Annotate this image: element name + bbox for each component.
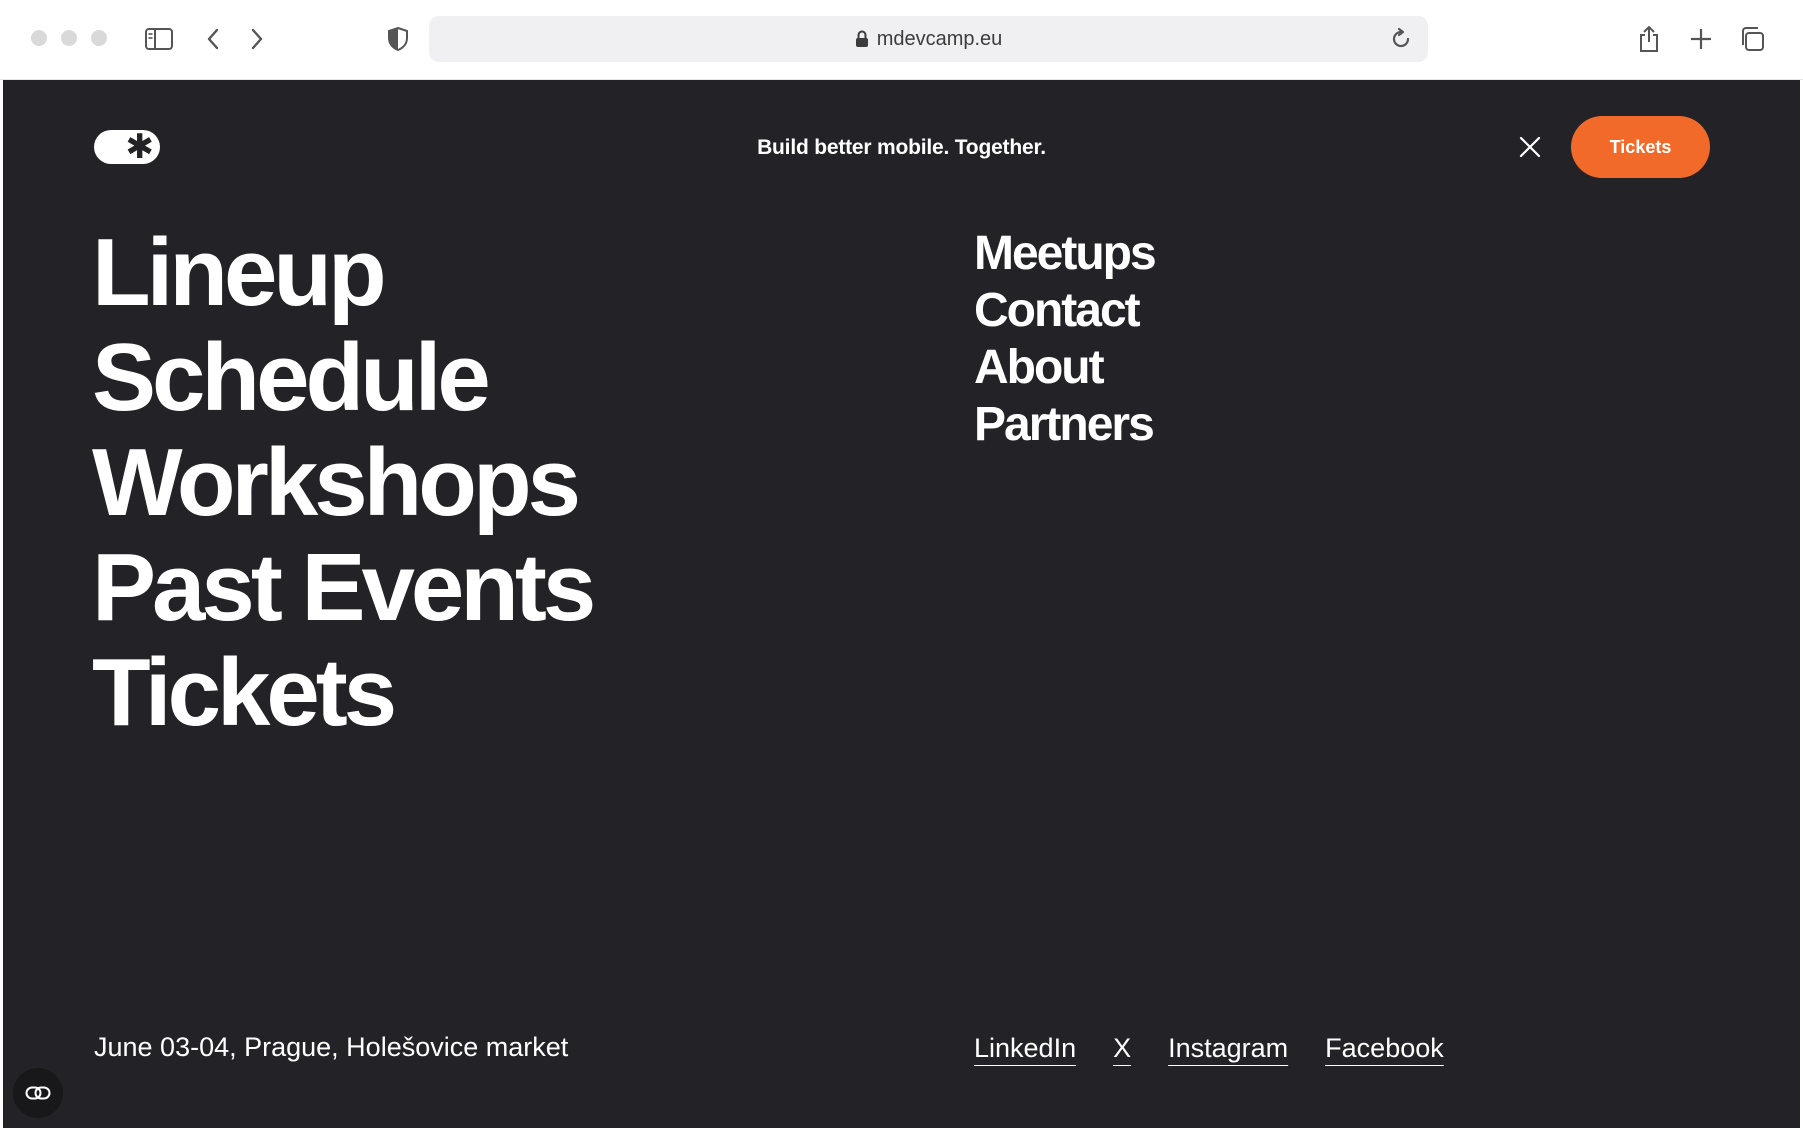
link-icon — [25, 1086, 51, 1100]
primary-nav: Lineup Schedule Workshops Past Events Ti… — [92, 220, 596, 745]
nav-item-workshops[interactable]: Workshops — [92, 430, 592, 535]
nav-item-partners[interactable]: Partners — [974, 396, 1155, 453]
url-text: mdevcamp.eu — [876, 27, 1003, 50]
event-info: June 03-04, Prague, Holešovice market — [94, 1032, 569, 1062]
nav-item-about[interactable]: About — [974, 339, 1155, 396]
lock-icon — [855, 30, 868, 47]
nav-item-contact[interactable]: Contact — [974, 282, 1155, 339]
tickets-button[interactable]: Tickets — [1571, 116, 1710, 178]
social-link-linkedin[interactable]: LinkedIn — [974, 1033, 1076, 1064]
chevron-left-icon[interactable] — [196, 22, 230, 56]
menu-overlay: ✱ Build better mobile. Together. Tickets… — [3, 80, 1800, 1128]
social-link-x[interactable]: X — [1113, 1033, 1131, 1064]
secondary-nav: Meetups Contact About Partners — [974, 225, 1157, 453]
nav-item-tickets[interactable]: Tickets — [92, 640, 592, 745]
nav-item-meetups[interactable]: Meetups — [974, 225, 1157, 282]
window-zoom-button[interactable] — [91, 30, 107, 46]
share-icon[interactable] — [1632, 22, 1666, 56]
social-links: LinkedIn X Instagram Facebook — [974, 1033, 1444, 1064]
shield-icon[interactable] — [381, 22, 415, 56]
tabs-overview-icon[interactable] — [1735, 22, 1769, 56]
browser-toolbar: mdevcamp.eu — [0, 0, 1803, 80]
nav-item-schedule[interactable]: Schedule — [92, 325, 592, 430]
sidebar-icon[interactable] — [142, 22, 176, 56]
nav-item-lineup[interactable]: Lineup — [92, 220, 592, 325]
window-close-button[interactable] — [31, 30, 47, 46]
plus-icon[interactable] — [1684, 22, 1718, 56]
chevron-right-icon[interactable] — [240, 22, 274, 56]
social-link-instagram[interactable]: Instagram — [1168, 1033, 1288, 1064]
reload-icon[interactable] — [1384, 22, 1418, 56]
window-minimize-button[interactable] — [61, 30, 77, 46]
address-bar[interactable]: mdevcamp.eu — [429, 16, 1428, 62]
nav-item-past-events[interactable]: Past Events — [92, 535, 596, 640]
social-link-facebook[interactable]: Facebook — [1325, 1033, 1444, 1064]
close-icon[interactable] — [1515, 132, 1545, 162]
cookie-settings-button[interactable] — [13, 1068, 63, 1118]
